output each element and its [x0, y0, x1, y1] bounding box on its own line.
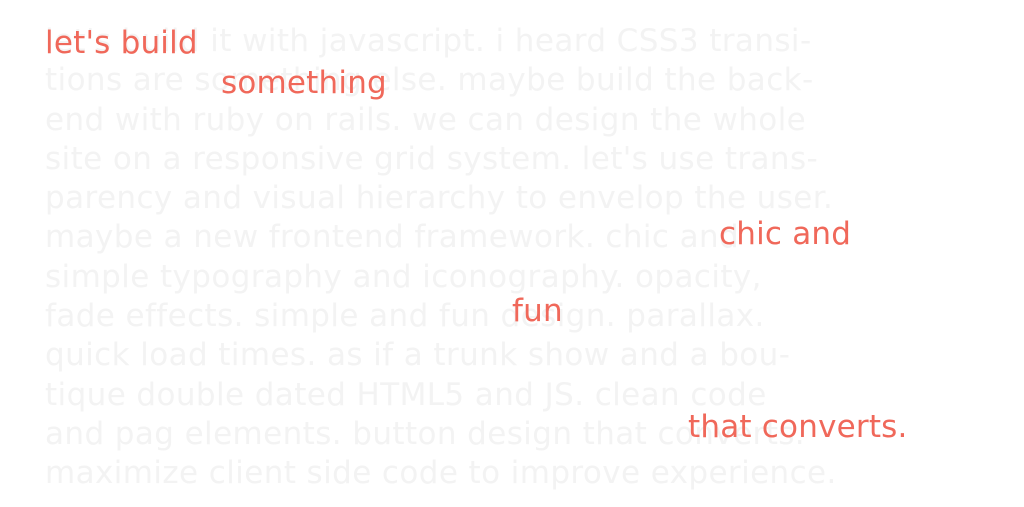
highlight-that-converts: that converts. — [688, 409, 908, 445]
highlight-something: something — [221, 65, 387, 101]
highlight-lets-build: let's build — [45, 25, 198, 61]
background-line: parency and visual hierarchy to envelop … — [45, 180, 834, 217]
background-line: end with ruby on rails. we can design th… — [45, 101, 807, 138]
background-line: maybe a new frontend framework. chic and — [45, 219, 740, 256]
highlight-fun: fun — [512, 293, 563, 329]
background-line: maximize client side code to improve exp… — [45, 455, 837, 492]
hero-stage: let's build it with javascript. i heard … — [0, 0, 1024, 507]
background-line: tions are something else. maybe build th… — [45, 62, 814, 99]
highlight-chic-and: chic and — [719, 216, 852, 252]
background-line: site on a responsive grid system. let's … — [45, 140, 819, 177]
background-line: quick load times. as if a trunk show and… — [45, 337, 791, 374]
